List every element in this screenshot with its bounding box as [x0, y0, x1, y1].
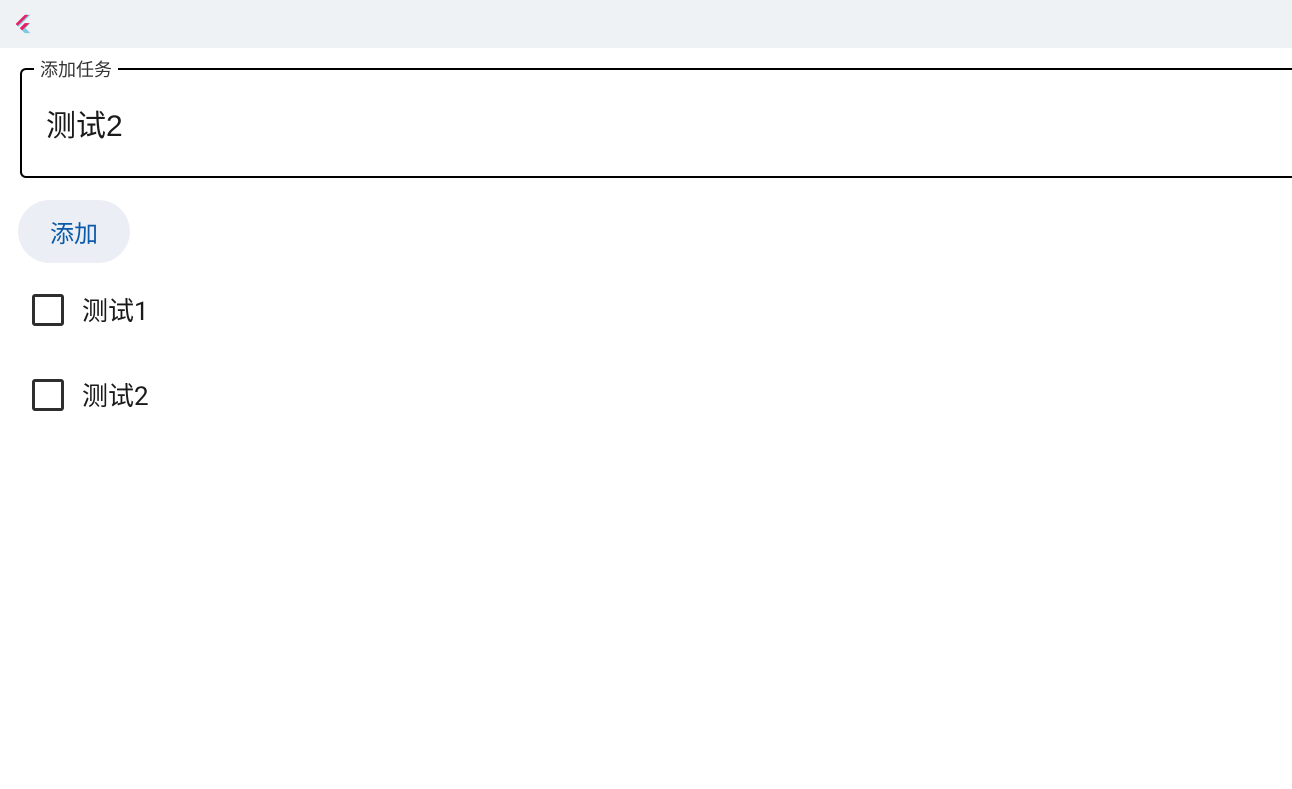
checkbox-icon[interactable] — [32, 294, 64, 326]
task-input[interactable] — [20, 68, 1292, 178]
task-input-label: 添加任务 — [34, 56, 118, 82]
task-label: 测试2 — [82, 376, 149, 413]
add-button[interactable]: 添加 — [18, 200, 130, 263]
task-list: 测试1 测试2 — [0, 291, 1292, 413]
task-item[interactable]: 测试2 — [32, 376, 1292, 413]
checkbox-icon[interactable] — [32, 379, 64, 411]
task-label: 测试1 — [82, 291, 149, 328]
main-content: 添加任务 添加 测试1 测试2 — [0, 68, 1292, 413]
flutter-logo-icon — [12, 13, 34, 35]
task-item[interactable]: 测试1 — [32, 291, 1292, 328]
task-input-container: 添加任务 — [20, 68, 1292, 178]
header-bar — [0, 0, 1292, 48]
